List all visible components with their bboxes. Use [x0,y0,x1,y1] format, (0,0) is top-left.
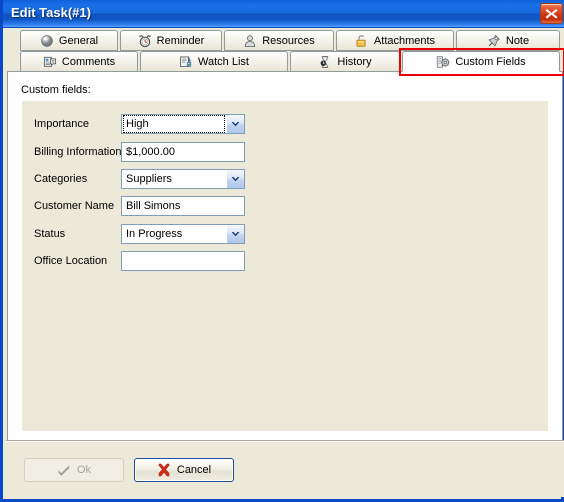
tab-label: Attachments [373,34,436,47]
field-value: In Progress [126,228,183,240]
field-row: Categories Suppliers [22,169,548,191]
tab-label: Custom Fields [455,55,526,68]
field-label: Customer Name [34,200,115,212]
field-row: Importance High [22,114,548,136]
tab-label: Comments [61,55,116,68]
comments-icon [43,56,56,67]
chevron-down-icon [231,231,240,237]
ok-button-label: Ok [76,464,92,476]
custom-fields-panel: Importance High Billing Information $1,000.… [22,101,548,431]
tab-watch-list[interactable]: Watch List [140,51,288,72]
field-row: Office Location [22,251,548,273]
field-label: Billing Information [34,146,122,158]
combobox-status[interactable]: In Progress [121,224,245,244]
textbox-office-location[interactable] [121,251,245,271]
custom-fields-heading: Custom fields: [21,84,91,96]
tab-label: Reminder [156,34,205,47]
edit-task-dialog: Edit Task(#1) General Reminder Resources At… [0,0,564,502]
ok-button[interactable]: Ok [24,458,124,482]
custom-fields-icon [437,55,450,68]
alarm-clock-icon [138,34,151,47]
pushpin-icon [488,34,500,47]
dropdown-button[interactable] [226,225,244,243]
person-icon [245,34,256,47]
tab-comments[interactable]: Comments [20,51,138,72]
dropdown-button[interactable] [226,115,244,133]
check-icon [58,465,70,476]
cancel-button[interactable]: Cancel [134,458,234,482]
tab-general[interactable]: General [20,30,118,51]
textbox-customer-name[interactable]: Bill Simons [121,196,245,216]
field-value: Suppliers [126,173,172,185]
tab-attachments[interactable]: Attachments [336,30,454,51]
field-value: High [123,115,225,133]
field-label: Status [34,228,66,240]
field-row: Status In Progress [22,224,548,246]
tab-label: Resources [262,34,315,47]
sphere-icon [41,34,53,47]
chevron-down-icon [231,176,240,182]
close-button[interactable] [540,3,563,24]
combobox-importance[interactable]: High [121,114,245,134]
tab-custom-fields[interactable]: Custom Fields [402,51,560,72]
field-value: Bill Simons [126,200,181,212]
tab-label: Note [505,34,530,47]
tab-resources[interactable]: Resources [224,30,334,51]
field-label: Importance [34,118,90,130]
field-row: Billing Information $1,000.00 [22,142,548,164]
chevron-down-icon [231,121,240,127]
hourglass-icon [321,55,329,68]
tab-row-1: General Reminder Resources Attachments Note [6,30,564,51]
tab-strip: General Reminder Resources Attachments Note … [6,28,564,72]
dropdown-button[interactable] [226,170,244,188]
tab-note[interactable]: Note [456,30,560,51]
field-label: Categories [34,173,88,185]
watch-list-icon [180,55,192,67]
tab-label: Watch List [198,55,249,68]
tab-reminder[interactable]: Reminder [120,30,222,51]
lock-icon [356,34,366,47]
combobox-categories[interactable]: Suppliers [121,169,245,189]
close-x-icon [545,9,558,19]
title-bar[interactable]: Edit Task(#1) [3,0,564,28]
tab-label: History [337,55,372,68]
red-x-icon [158,463,170,477]
dialog-footer: Ok Cancel [6,441,564,497]
field-row: Customer Name Bill Simons [22,196,548,218]
textbox-billing-information[interactable]: $1,000.00 [121,142,245,162]
field-value: $1,000.00 [126,146,175,158]
tab-row-2: Comments Watch List History Custom Fields [6,51,564,72]
window-title: Edit Task(#1) [11,5,91,20]
tab-history[interactable]: History [290,51,400,72]
cancel-button-label: Cancel [176,464,212,476]
tab-label: General [58,34,99,47]
field-label: Office Location [34,255,108,267]
